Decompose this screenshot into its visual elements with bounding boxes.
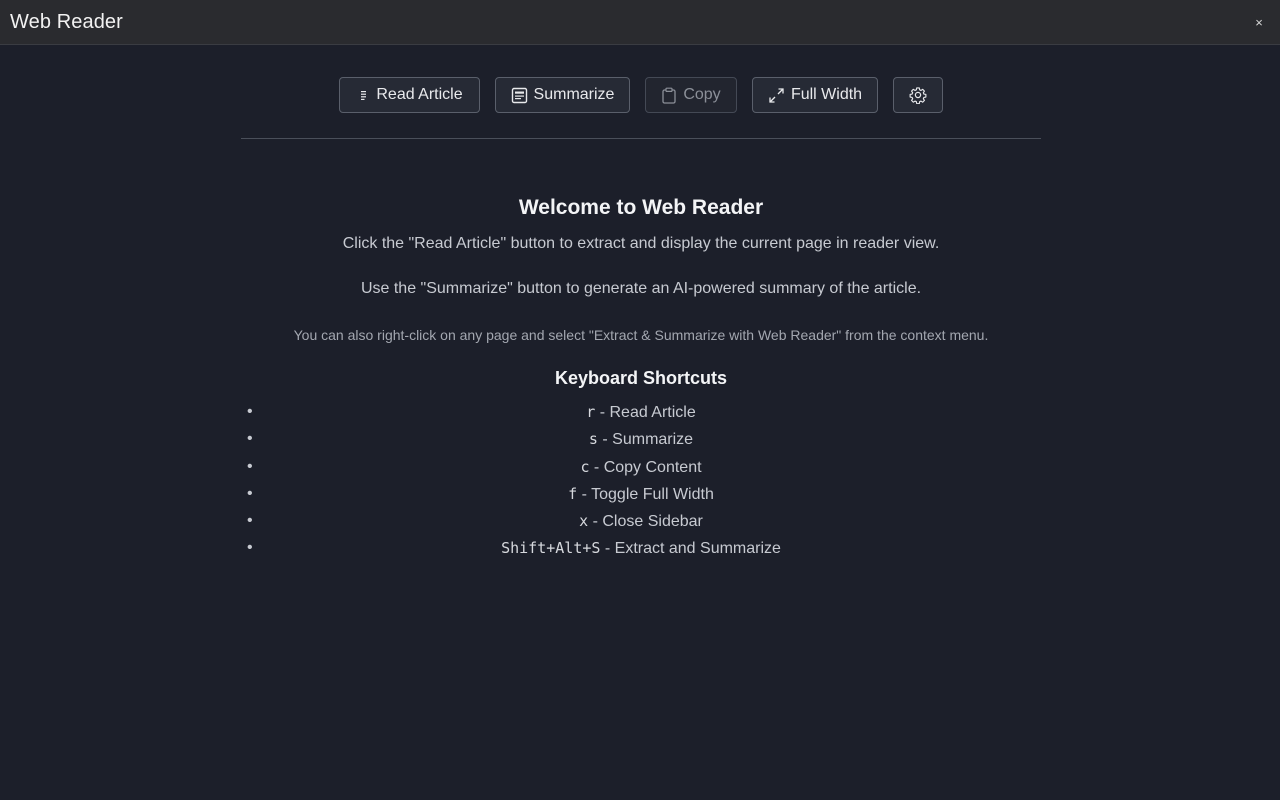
clipboard-icon	[661, 87, 677, 104]
bullet: •	[247, 457, 253, 475]
bullet: •	[247, 484, 253, 502]
shortcuts-title: Keyboard Shortcuts	[554, 368, 728, 388]
shortcut-key: x	[579, 512, 589, 531]
list-item: •c - Copy Content	[241, 454, 1041, 481]
read-article-label: Read Article	[376, 86, 463, 103]
shortcut-desc: - Extract and Summarize	[600, 540, 781, 558]
lines-icon	[356, 88, 370, 102]
list-item: • Shift+Alt+S - Extract and Summarize	[241, 535, 1041, 562]
close-icon[interactable]: ×	[1252, 15, 1266, 30]
welcome-content: Welcome to Web Reader Click the "Read Ar…	[241, 180, 1041, 563]
shortcut-desc: - Copy Content	[589, 458, 702, 476]
list-item: • x - Close Sidebar	[241, 508, 1041, 535]
bullet: •	[247, 430, 253, 448]
app-title: Web Reader	[10, 10, 123, 33]
bullet: •	[247, 539, 253, 557]
shortcut-key: s	[588, 430, 598, 449]
copy-label: Copy	[683, 86, 721, 103]
shortcut-list: • r - Read Article • s - Summarize •c - Co…	[241, 399, 1041, 563]
list-item: • s - Summarize	[241, 426, 1041, 453]
shortcut-desc: - Read Article	[595, 404, 696, 421]
toolbar: Read Article Summarize Copy Full Width	[0, 77, 1280, 113]
shortcut-key: f	[568, 484, 578, 503]
bullet: •	[247, 403, 253, 420]
welcome-title: Welcome to Web Reader	[518, 196, 764, 219]
summarize-button[interactable]: Summarize	[495, 77, 630, 113]
welcome-paragraph-summarize: Use the "Summarize" button to generate a…	[360, 280, 922, 297]
list-item: • f - Toggle Full Width	[241, 481, 1041, 508]
welcome-paragraph-read: Click the "Read Article" button to extra…	[342, 235, 940, 252]
bullet: •	[247, 512, 253, 530]
full-width-label: Full Width	[790, 86, 863, 103]
shortcut-desc: - Summarize	[597, 431, 694, 449]
list-item: • r - Read Article	[241, 399, 1041, 426]
shortcut-desc: - Close Sidebar	[588, 513, 703, 531]
title-bar: Web Reader ×	[0, 0, 1280, 45]
welcome-paragraph-context-menu: You can also right-click on any page and…	[293, 327, 989, 343]
copy-button[interactable]: Copy	[645, 77, 737, 113]
shortcut-key: Shift+Alt+S	[501, 539, 601, 558]
shortcut-desc: - Toggle Full Width	[577, 485, 714, 503]
toolbar-divider	[241, 138, 1041, 139]
document-icon	[511, 87, 528, 104]
read-article-button[interactable]: Read Article	[339, 77, 480, 113]
full-width-button[interactable]: Full Width	[752, 77, 878, 113]
expand-arrows-icon	[768, 87, 785, 104]
settings-button[interactable]	[893, 77, 943, 113]
gear-icon	[909, 86, 927, 104]
shortcut-key: r	[586, 403, 596, 421]
summarize-label: Summarize	[533, 86, 615, 103]
